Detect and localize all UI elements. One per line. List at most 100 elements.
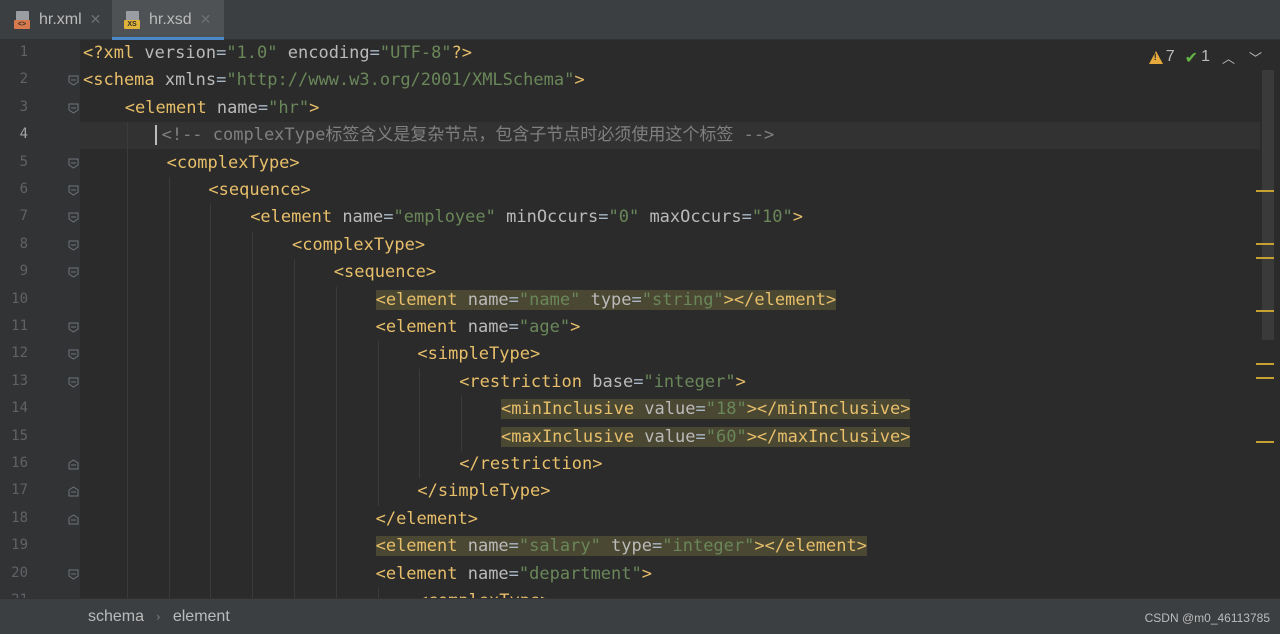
xml-file-icon: <> — [14, 11, 32, 29]
code-line[interactable]: </element> — [376, 506, 478, 533]
code-token: "department" — [518, 563, 642, 584]
code-token: value — [644, 426, 696, 447]
code-line[interactable]: <simpleType> — [417, 341, 540, 368]
code-token: "1.0" — [226, 43, 278, 63]
code-line[interactable]: <?xml version="1.0" encoding="UTF-8"?> — [83, 40, 472, 67]
code-token: = — [695, 399, 706, 420]
code-token: > — [570, 317, 581, 337]
code-token: "salary" — [518, 536, 601, 557]
fold-open-icon[interactable] — [68, 240, 79, 251]
breadcrumb-schema[interactable]: schema — [88, 608, 144, 626]
code-line[interactable]: <sequence> — [334, 259, 436, 286]
code-token: "hr" — [268, 97, 310, 118]
fold-open-icon[interactable] — [68, 185, 79, 196]
code-line[interactable]: <complexType> — [417, 588, 550, 598]
warning-marker[interactable] — [1256, 441, 1274, 443]
breadcrumb-element[interactable]: element — [173, 608, 230, 626]
close-icon[interactable]: ✕ — [200, 12, 212, 28]
fold-open-icon[interactable] — [68, 267, 79, 278]
code-line[interactable]: <element name="department"> — [376, 561, 652, 588]
tab-hr-xsd[interactable]: XS hr.xsd ✕ — [112, 0, 224, 40]
line-number: 11 — [11, 318, 28, 334]
code-token: = — [631, 289, 642, 310]
line-number-gutter[interactable]: 123456789101112131415161718192021 — [0, 40, 80, 608]
fold-open-icon[interactable] — [68, 103, 79, 114]
code-line[interactable]: </restriction> — [459, 451, 602, 478]
code-token: <element — [375, 536, 468, 557]
line-number: 1 — [19, 44, 28, 60]
code-token: type — [600, 536, 652, 557]
code-line[interactable]: <complexType> — [292, 232, 425, 259]
tab-hr-xml[interactable]: <> hr.xml ✕ — [0, 0, 112, 40]
previous-highlight-button[interactable]: ︿ — [1220, 48, 1237, 67]
code-token: type — [580, 289, 632, 310]
code-token: <schema — [83, 70, 165, 91]
code-line[interactable]: <!-- complexType标签含义是复杂节点，包含子节点时必须使用这个标签… — [154, 122, 774, 149]
vertical-scrollbar[interactable] — [1262, 70, 1274, 340]
warning-marker[interactable] — [1256, 377, 1274, 379]
warning-marker[interactable] — [1256, 310, 1274, 312]
weak-warnings-count: 1 — [1201, 48, 1210, 65]
code-token: <restriction — [459, 371, 593, 392]
fold-close-icon[interactable] — [68, 459, 79, 470]
code-token: = — [695, 426, 706, 447]
code-line[interactable]: <element name="salary" type="integer"></… — [375, 533, 867, 560]
code-token: "10" — [751, 207, 793, 228]
code-token: "name" — [518, 289, 581, 310]
fold-open-icon[interactable] — [68, 75, 79, 86]
code-line[interactable]: <element name="employee" minOccurs="0" m… — [250, 204, 803, 231]
code-line[interactable]: <sequence> — [208, 177, 310, 204]
line-number: 9 — [19, 263, 28, 280]
code-line[interactable]: <element name="name" type="string"></ele… — [375, 287, 837, 314]
code-editor[interactable]: <?xml version="1.0" encoding="UTF-8"?> <s… — [80, 40, 1260, 598]
fold-open-icon[interactable] — [68, 569, 79, 580]
fold-close-icon[interactable] — [68, 486, 79, 497]
code-token: > — [641, 563, 652, 584]
code-token: "60" — [705, 426, 747, 447]
fold-open-icon[interactable] — [68, 212, 79, 223]
fold-open-icon[interactable] — [68, 377, 79, 388]
line-number: 3 — [19, 98, 28, 115]
code-token: > — [792, 207, 804, 228]
code-token: maxOccurs — [639, 207, 742, 228]
code-line[interactable]: <minInclusive value="18"></minInclusive> — [501, 396, 911, 423]
code-line[interactable]: <element name="hr"> — [125, 95, 320, 122]
warnings-indicator[interactable]: 7 — [1148, 48, 1175, 66]
fold-open-icon[interactable] — [68, 349, 79, 360]
code-token: </simpleType> — [417, 481, 551, 502]
code-token: ></element> — [754, 536, 867, 557]
warning-marker[interactable] — [1256, 257, 1274, 259]
code-token: value — [644, 399, 696, 420]
chevron-right-icon: › — [156, 609, 161, 624]
fold-open-icon[interactable] — [68, 158, 79, 169]
warning-icon — [1148, 50, 1163, 64]
code-line[interactable]: <complexType> — [167, 150, 300, 177]
code-line[interactable]: <maxInclusive value="60"></maxInclusive> — [501, 424, 911, 451]
fold-open-icon[interactable] — [68, 322, 79, 333]
code-token: <complexType> — [166, 152, 300, 173]
code-token: = — [257, 97, 269, 118]
warning-marker[interactable] — [1256, 190, 1274, 192]
next-highlight-button[interactable]: ﹀ — [1247, 48, 1264, 67]
inspection-widget[interactable]: 7 ✔ 1 ︿ ﹀ — [1148, 46, 1264, 68]
line-number: 12 — [11, 345, 28, 362]
code-token: = — [633, 371, 644, 392]
code-token: </restriction> — [459, 454, 603, 474]
weak-warnings-indicator[interactable]: ✔ 1 — [1185, 48, 1210, 67]
warnings-count: 7 — [1165, 48, 1175, 65]
close-icon[interactable]: ✕ — [90, 12, 102, 28]
code-token: name — [216, 97, 258, 118]
code-line[interactable]: <restriction base="integer"> — [459, 369, 746, 396]
code-line[interactable]: <element name="age"> — [376, 314, 581, 341]
code-token: <?xml — [83, 43, 145, 63]
code-token: <element — [375, 563, 468, 584]
tab-label: hr.xml — [39, 11, 82, 28]
warning-marker[interactable] — [1256, 363, 1274, 365]
code-line[interactable]: <schema xmlns="http://www.w3.org/2001/XM… — [83, 67, 585, 94]
code-line[interactable]: </simpleType> — [417, 478, 550, 505]
fold-close-icon[interactable] — [68, 514, 79, 525]
warning-marker[interactable] — [1256, 243, 1274, 245]
line-number: 7 — [19, 208, 28, 225]
line-number: 4 — [19, 126, 28, 143]
code-token: <complexType> — [417, 591, 550, 598]
